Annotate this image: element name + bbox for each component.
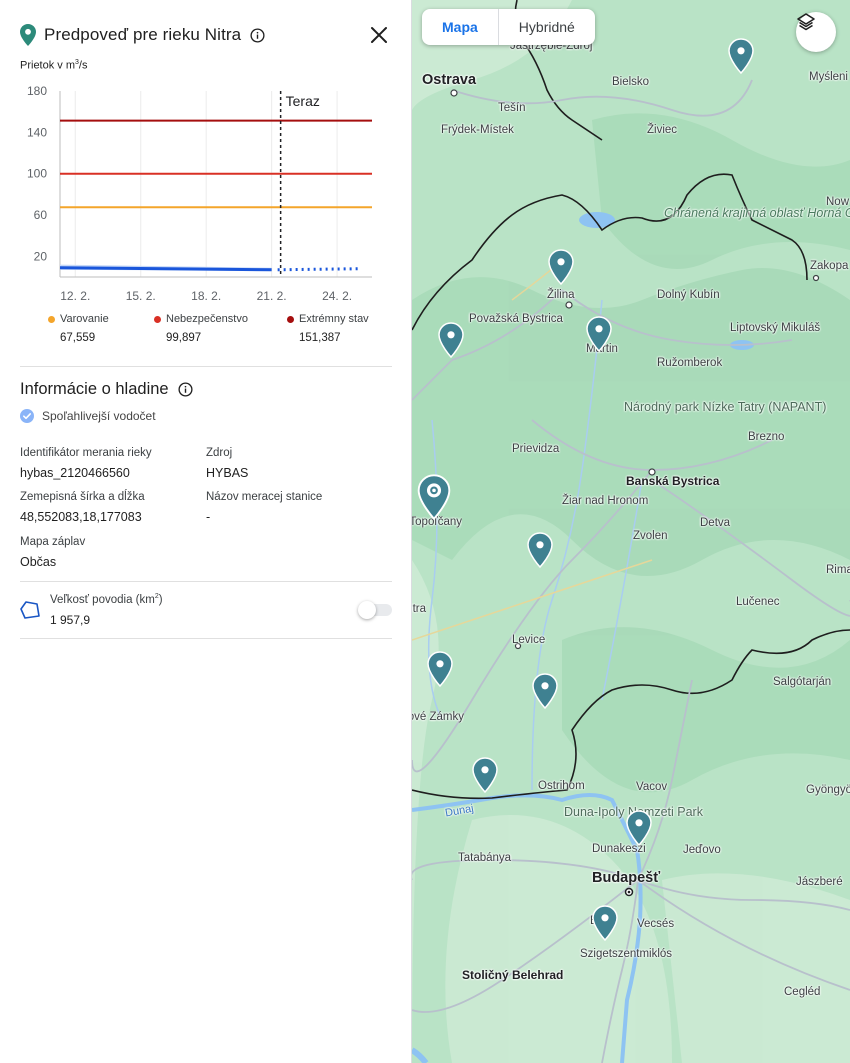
polygon-icon <box>20 601 40 619</box>
map-label-park: Národný park Nízke Tatry (NAPANT) <box>624 400 826 414</box>
map-label: Rima <box>826 564 850 576</box>
map-label: Tešín <box>498 102 526 114</box>
forecast-panel: Predpoveď pre rieku Nitra Prietok v m3/s… <box>0 0 412 1063</box>
close-button[interactable] <box>368 24 390 46</box>
map-label: Ružomberok <box>657 357 723 369</box>
x-tick-label: 15. 2. <box>126 289 156 303</box>
y-tick-label: 20 <box>34 249 48 263</box>
map-label: Zvolen <box>633 530 668 542</box>
gauge-marker-icon[interactable] <box>548 249 574 285</box>
y-tick-label: 100 <box>27 167 47 181</box>
gauge-marker-icon[interactable] <box>438 322 464 358</box>
map-label: Detva <box>700 517 731 529</box>
gauge-marker-icon[interactable] <box>527 532 553 568</box>
map-label: Žilina <box>547 289 575 301</box>
map-label: Szigetszentmiklós <box>580 948 673 960</box>
panel-title: Predpoveď pre rieku Nitra <box>44 25 242 44</box>
y-tick-label: 180 <box>27 84 47 98</box>
coordinates-field: Zemepisná šírka a dĺžka 48,552083,18,177… <box>20 491 145 524</box>
tab-hybrid[interactable]: Hybridné <box>499 9 595 45</box>
map-label: Frýdek-Místek <box>441 124 514 136</box>
gauge-marker-icon[interactable] <box>532 673 558 709</box>
gauge-marker-icon[interactable] <box>626 810 652 846</box>
gauge-marker-icon[interactable] <box>427 651 453 687</box>
verified-check-icon <box>20 409 34 423</box>
divider <box>20 581 392 582</box>
x-tick-label: 24. 2. <box>322 289 352 303</box>
now-label: Teraz <box>286 93 320 109</box>
map-label: Živiec <box>647 124 678 136</box>
legend-dot <box>287 315 294 323</box>
layers-icon <box>797 13 815 31</box>
map-view[interactable]: Jastrzębie-Zdrój Ostrava Bielsko Myśleni… <box>412 0 850 1063</box>
map-label: Dolný Kubín <box>657 289 720 301</box>
map-label: Vacov <box>636 781 668 793</box>
tab-map[interactable]: Mapa <box>422 9 499 45</box>
flood-map-field: Mapa záplav Občas <box>20 536 86 569</box>
x-tick-label: 18. 2. <box>191 289 221 303</box>
info-icon[interactable] <box>178 382 193 397</box>
legend-item-warning: Varovanie 67,559 <box>48 313 109 344</box>
map-label-city: Banská Bystrica <box>626 474 720 488</box>
map-label: Žiar nad Hronom <box>562 495 649 507</box>
map-label: Prievidza <box>512 443 560 455</box>
chart-legend: Varovanie 67,559 Nebezpečenstvo 99,897 E… <box>48 313 388 353</box>
source-field: Zdroj HYBAS <box>206 447 249 480</box>
flow-axis-label: Prietok v m3/s <box>20 59 88 72</box>
legend-dot <box>154 315 161 323</box>
section-title: Informácie o hladine <box>20 380 193 399</box>
verified-gauge: Spoľahlivejší vodočet <box>20 409 156 423</box>
legend-item-extreme: Extrémny stav 151,387 <box>287 313 369 344</box>
info-icon[interactable] <box>250 27 265 43</box>
map-canvas[interactable] <box>412 0 850 1063</box>
gauge-marker-icon[interactable] <box>417 474 451 520</box>
gauge-marker-icon[interactable] <box>472 757 498 793</box>
map-label: Lučenec <box>736 596 780 608</box>
map-label: Zakopa <box>810 260 849 272</box>
basin-toggle[interactable] <box>358 601 392 619</box>
map-label: Brezno <box>748 431 785 443</box>
map-label: Myśleni <box>809 71 848 83</box>
divider <box>20 638 392 639</box>
map-label: Salgótarján <box>773 676 832 688</box>
map-label: Vecsés <box>637 918 675 930</box>
map-label: Tatabánya <box>458 852 512 864</box>
divider <box>20 366 392 367</box>
panel-header: Predpoveď pre rieku Nitra <box>20 20 392 50</box>
map-label: Levice <box>512 634 546 646</box>
x-tick-label: 12. 2. <box>60 289 90 303</box>
map-label-city: Stoličný Belehrad <box>462 968 564 982</box>
series-line <box>59 266 272 272</box>
gauge-marker-icon[interactable] <box>592 905 618 941</box>
layers-button[interactable] <box>796 12 836 52</box>
map-label-park: Chránená krajinná oblasť Horná Orava <box>664 206 850 220</box>
location-pin-icon <box>20 24 36 46</box>
map-label: Liptovský Mikuláš <box>730 322 821 334</box>
river-id-field: Identifikátor merania rieky hybas_212046… <box>20 447 152 480</box>
map-label: Gyöngyö <box>806 784 850 796</box>
legend-item-danger: Nebezpečenstvo 99,897 <box>154 313 248 344</box>
gauge-marker-icon[interactable] <box>728 38 754 74</box>
gauge-marker-icon[interactable] <box>586 316 612 352</box>
legend-dot <box>48 315 55 323</box>
map-label-city: Budapešť <box>592 870 661 886</box>
station-name-field: Názov meracej stanice - <box>206 491 323 524</box>
map-label: Nové Zámky <box>412 711 464 723</box>
y-tick-label: 140 <box>27 125 47 139</box>
map-label: Jászberé <box>796 876 843 888</box>
basin-size-row: Veľkosť povodia (km2) 1 957,9 <box>20 593 392 629</box>
map-label: Považská Bystrica <box>469 313 563 325</box>
map-label: Jeďovo <box>683 844 721 856</box>
flow-chart: 180 140 100 60 20 12. 2. 15. 2. 18. 2. 21. 2. 24.… <box>27 84 372 303</box>
x-tick-label: 21. 2. <box>257 289 287 303</box>
map-label: Bielsko <box>612 76 650 88</box>
map-label: Nitra <box>412 603 426 615</box>
map-label: Cegléd <box>784 986 821 998</box>
series-forecast-line <box>277 267 358 272</box>
map-type-tabs: Mapa Hybridné <box>422 9 595 45</box>
map-label-city: Ostrava <box>422 72 477 88</box>
y-tick-label: 60 <box>34 208 48 222</box>
map-label: Ostrihom <box>538 780 585 792</box>
